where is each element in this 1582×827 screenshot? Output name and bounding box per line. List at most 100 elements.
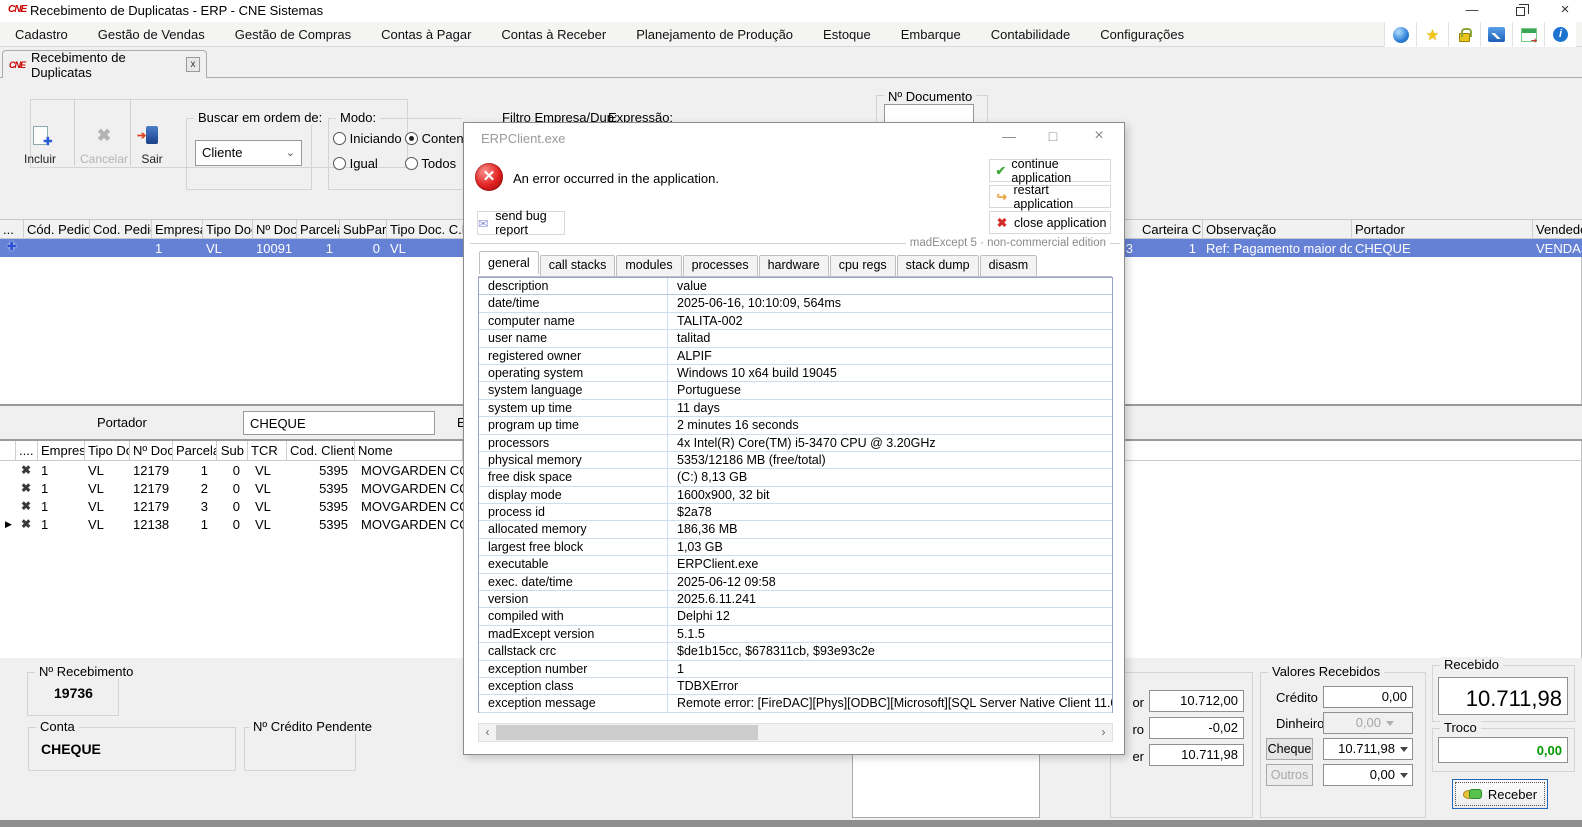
tab-general[interactable]: general xyxy=(479,251,539,274)
send-bug-report-button[interactable]: ✉ send bug report xyxy=(477,211,565,235)
column-header[interactable]: Tipo Doc. xyxy=(203,220,253,238)
menu-embarque[interactable]: Embarque xyxy=(886,27,976,42)
tab-call-stacks[interactable]: call stacks xyxy=(540,255,616,276)
cheque-button[interactable]: Cheque xyxy=(1266,738,1313,760)
delete-x-icon[interactable]: ✖ xyxy=(18,479,36,497)
continue-application-button[interactable]: ✔ continue application xyxy=(989,159,1111,182)
table-row[interactable]: allocated memory186,36 MB xyxy=(479,521,1112,538)
tab-disasm[interactable]: disasm xyxy=(980,255,1038,276)
tab-recebimento-duplicatas[interactable]: CNE Recebimento de Duplicatas x xyxy=(2,50,207,78)
delete-x-icon[interactable]: ✖ xyxy=(18,497,36,515)
close-application-button[interactable]: ✖ close application xyxy=(989,211,1111,234)
table-row[interactable]: callstack crc$de1b15cc, $678311cb, $93e9… xyxy=(479,643,1112,660)
table-row[interactable]: exec. date/time2025-06-12 09:58 xyxy=(479,574,1112,591)
radio-todos[interactable]: Todos xyxy=(405,156,456,171)
restore-button[interactable] xyxy=(1503,0,1537,22)
table-row[interactable]: exception classTDBXError xyxy=(479,678,1112,695)
cancelar-button[interactable]: ✖ Cancelar xyxy=(78,126,130,168)
delete-x-icon[interactable]: ✖ xyxy=(18,461,36,479)
tab-stack-dump[interactable]: stack dump xyxy=(897,255,979,276)
table-row[interactable]: largest free block1,03 GB xyxy=(479,539,1112,556)
table-row[interactable]: system languagePortuguese xyxy=(479,382,1112,399)
restart-application-button[interactable]: ↪ restart application xyxy=(989,185,1111,208)
tab-close-icon[interactable]: x xyxy=(186,57,200,72)
table-row[interactable]: user nametalitad xyxy=(479,330,1112,347)
column-header[interactable]: Cod. Cliente xyxy=(287,441,355,460)
total-valor-field[interactable]: 10.712,00 xyxy=(1149,690,1244,712)
menu-cadastro[interactable]: Cadastro xyxy=(0,27,83,42)
table-row[interactable]: exception number1 xyxy=(479,661,1112,678)
column-header[interactable]: SubParc. xyxy=(340,220,387,238)
sair-button[interactable]: Sair xyxy=(126,126,178,168)
total-receber-field[interactable]: 10.711,98 xyxy=(1149,744,1244,766)
delete-x-icon[interactable]: ✖ xyxy=(18,515,36,533)
dialog-horizontal-scrollbar[interactable]: ‹ › xyxy=(478,723,1113,742)
table-row[interactable]: free disk space(C:) 8,13 GB xyxy=(479,469,1112,486)
ordem-combobox[interactable]: Cliente ⌄ xyxy=(195,140,302,166)
dialog-close-button[interactable]: × xyxy=(1082,125,1116,149)
menu-contas-pagar[interactable]: Contas à Pagar xyxy=(366,27,486,42)
table-row[interactable]: registered ownerALPIF xyxy=(479,348,1112,365)
outros-field[interactable]: 0,00 xyxy=(1323,764,1413,786)
table-row[interactable]: physical memory5353/12186 MB (free/total… xyxy=(479,452,1112,469)
table-row[interactable]: operating systemWindows 10 x64 build 190… xyxy=(479,365,1112,382)
column-header[interactable]: Sub xyxy=(217,441,248,460)
lock-icon[interactable] xyxy=(1448,22,1480,47)
column-header[interactable]: Parcela xyxy=(173,441,217,460)
table-row[interactable]: program up time2 minutes 16 seconds xyxy=(479,417,1112,434)
chart-icon[interactable] xyxy=(1480,22,1512,47)
table-row[interactable]: processors4x Intel(R) Core(TM) i5-3470 C… xyxy=(479,435,1112,452)
table-row[interactable]: executableERPClient.exe xyxy=(479,556,1112,573)
table-row[interactable]: system up time11 days xyxy=(479,400,1112,417)
table-row[interactable]: exception messageRemote error: [FireDAC]… xyxy=(479,695,1112,712)
column-header[interactable]: TCR xyxy=(248,441,287,460)
column-header[interactable]: Cód. Pedido xyxy=(24,220,90,238)
menu-estoque[interactable]: Estoque xyxy=(808,27,886,42)
column-header[interactable]: Observação xyxy=(1203,220,1352,238)
column-header[interactable]: Parcela xyxy=(297,220,340,238)
column-header[interactable]: Nº Doc. xyxy=(253,220,297,238)
table-row[interactable]: computer nameTALITA-002 xyxy=(479,313,1112,330)
column-header[interactable]: Carteira CR xyxy=(1139,220,1203,238)
star-icon[interactable]: ★ xyxy=(1416,22,1448,47)
info-icon[interactable]: i xyxy=(1544,22,1576,47)
column-header[interactable]: Vendedor xyxy=(1533,220,1582,238)
credito-field[interactable]: 0,00 xyxy=(1323,686,1413,708)
radio-igual[interactable]: Igual xyxy=(333,156,378,171)
globe-icon[interactable] xyxy=(1384,22,1416,47)
column-header[interactable]: Empresa xyxy=(38,441,85,460)
column-header[interactable]: Portador xyxy=(1352,220,1533,238)
tab-processes[interactable]: processes xyxy=(683,255,758,276)
menu-contabilidade[interactable]: Contabilidade xyxy=(976,27,1086,42)
total-diferenca-field[interactable]: -0,02 xyxy=(1149,717,1244,739)
menu-gestao-vendas[interactable]: Gestão de Vendas xyxy=(83,27,220,42)
scroll-right-icon[interactable]: › xyxy=(1095,724,1112,741)
close-button[interactable]: × xyxy=(1548,0,1582,22)
menu-contas-receber[interactable]: Contas à Receber xyxy=(486,27,621,42)
incluir-button[interactable]: Incluir xyxy=(14,126,66,168)
portador-input[interactable]: CHEQUE xyxy=(243,411,435,435)
table-row[interactable]: process id$2a78 xyxy=(479,504,1112,521)
column-header[interactable]: ... xyxy=(0,220,24,238)
receber-button[interactable]: Receber xyxy=(1452,779,1548,809)
table-row[interactable]: version2025.6.11.241 xyxy=(479,591,1112,608)
menu-planejamento[interactable]: Planejamento de Produção xyxy=(621,27,808,42)
column-header[interactable]: .... xyxy=(15,441,38,460)
column-header[interactable]: Tipo Doc. xyxy=(85,441,130,460)
cheque-field[interactable]: 10.711,98 xyxy=(1323,738,1413,760)
table-row[interactable]: display mode1600x900, 32 bit xyxy=(479,487,1112,504)
tab-hardware[interactable]: hardware xyxy=(759,255,829,276)
dialog-minimize-button[interactable]: — xyxy=(992,125,1026,149)
scrollbar-thumb[interactable] xyxy=(496,725,758,740)
menu-gestao-compras[interactable]: Gestão de Compras xyxy=(220,27,366,42)
table-row[interactable]: madExcept version5.1.5 xyxy=(479,626,1112,643)
column-header[interactable]: Nº Doc. xyxy=(130,441,173,460)
table-icon[interactable] xyxy=(1512,22,1544,47)
column-header[interactable]: Cod. Pedido xyxy=(90,220,152,238)
tab-cpu-regs[interactable]: cpu regs xyxy=(830,255,896,276)
column-header[interactable]: Nome xyxy=(355,441,463,460)
menu-configuracoes[interactable]: Configurações xyxy=(1085,27,1199,42)
dialog-restore-button[interactable]: □ xyxy=(1036,125,1070,149)
table-row[interactable]: compiled withDelphi 12 xyxy=(479,608,1112,625)
minimize-button[interactable]: — xyxy=(1455,0,1489,22)
